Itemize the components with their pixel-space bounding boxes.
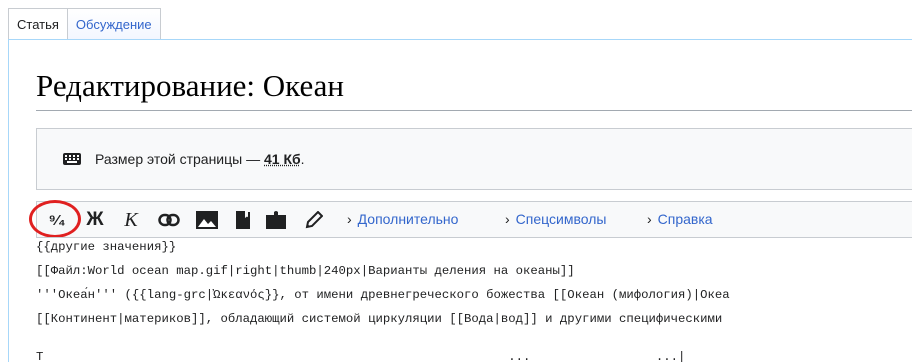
editor-line: [[Континент|материков]], обладающий сист… <box>36 312 723 326</box>
book-icon <box>236 211 250 229</box>
menu-special-chars[interactable]: › Спецсимволы <box>505 211 606 227</box>
link-button[interactable] <box>157 210 181 230</box>
pencil-icon <box>305 211 323 229</box>
editor-line: {{другие значения}} <box>36 240 177 254</box>
italic-button[interactable]: К <box>121 208 141 231</box>
image-icon <box>196 211 218 229</box>
bold-button[interactable]: Ж <box>85 209 105 230</box>
editor-line: Т ... ...| <box>36 350 701 362</box>
tab-discussion[interactable]: Обсуждение <box>66 8 161 41</box>
link-icon <box>158 213 180 227</box>
italic-icon: К <box>124 208 138 231</box>
keyboard-icon <box>63 153 81 165</box>
bold-icon: Ж <box>86 209 104 230</box>
edit-toolbar: ⁹⁄₄ Ж К › Дополнительно › Спецсимволы › … <box>36 201 912 237</box>
pencil-button[interactable] <box>303 210 325 230</box>
edit-page: Статья Обсуждение Редактирование: Океан … <box>0 0 912 362</box>
menu-special-chars-label: Спецсимволы <box>515 211 607 227</box>
page-title: Редактирование: Океан <box>36 68 344 103</box>
tab-article[interactable]: Статья <box>8 8 67 41</box>
chevron-right-icon: › <box>505 211 510 227</box>
chevron-right-icon: › <box>647 211 652 227</box>
editor-line: [[Файл:World ocean map.gif|right|thumb|2… <box>36 264 575 278</box>
page-tabs: Статья Обсуждение <box>8 8 161 41</box>
menu-help[interactable]: › Справка <box>647 211 713 227</box>
signature-button[interactable]: ⁹⁄₄ <box>45 210 69 230</box>
template-button[interactable] <box>265 210 289 230</box>
menu-help-label: Справка <box>657 211 713 227</box>
notice-label: Размер этой страницы — <box>95 151 264 167</box>
image-button[interactable] <box>195 210 219 230</box>
chevron-right-icon: › <box>347 211 352 227</box>
menu-advanced-label: Дополнительно <box>357 211 459 227</box>
page-size-notice: Размер этой страницы — 41 Кб. <box>36 128 912 190</box>
editor-line: '''Океа́н''' ({{lang-grc|Ὠκεανός}}, от и… <box>36 288 730 302</box>
wikitext-textarea[interactable]: {{другие значения}} [[Файл:World ocean m… <box>36 237 912 362</box>
signature-icon: ⁹⁄₄ <box>48 211 66 229</box>
menu-advanced[interactable]: › Дополнительно <box>347 211 458 227</box>
puzzle-icon <box>266 211 286 229</box>
page-size-value: 41 Кб <box>264 151 301 167</box>
notice-period: . <box>300 151 305 167</box>
notice-text: Размер этой страницы — 41 Кб. <box>95 151 305 167</box>
title-divider <box>36 110 912 111</box>
reference-button[interactable] <box>233 210 253 230</box>
